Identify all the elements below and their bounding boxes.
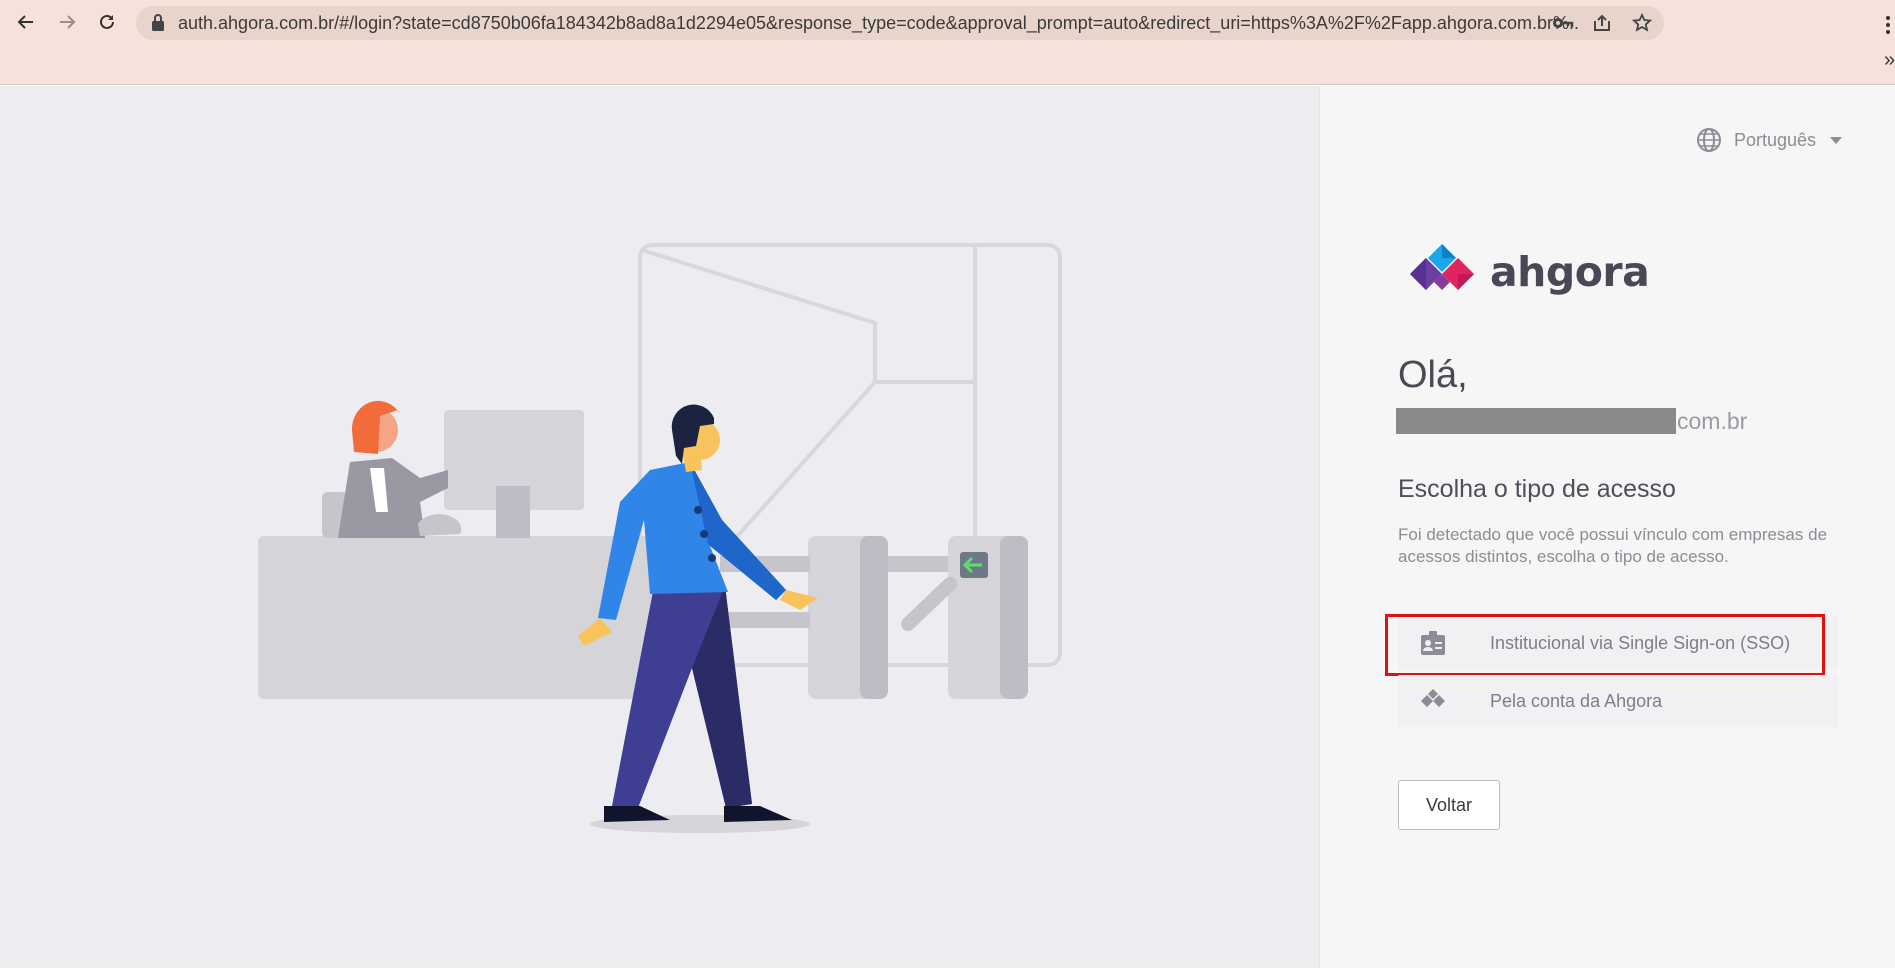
reception-illustration xyxy=(258,243,1062,833)
forward-arrow-icon[interactable] xyxy=(51,6,83,38)
extensions-chevron[interactable]: » xyxy=(1884,50,1895,70)
illustration-panel xyxy=(0,86,1319,968)
ahgora-logo-mark xyxy=(1410,244,1474,290)
globe-icon xyxy=(1697,128,1721,152)
ahgora-diamond-icon xyxy=(1421,689,1445,707)
ahgora-account-label: Pela conta da Ahgora xyxy=(1490,691,1663,711)
ahgora-wordmark: ahgora xyxy=(1490,248,1650,296)
back-arrow-icon[interactable] xyxy=(10,6,42,38)
ahgora-logo: ahgora xyxy=(1402,242,1650,302)
greeting-heading: Olá, xyxy=(1398,354,1468,396)
key-icon[interactable] xyxy=(1552,13,1574,33)
caret-down-icon xyxy=(1830,136,1843,144)
ahgora-account-option[interactable]: Pela conta da Ahgora xyxy=(1398,675,1838,727)
access-type-description: Foi detectado que você possui vínculo co… xyxy=(1398,525,1828,566)
redacted-email-mask xyxy=(1396,408,1676,434)
kebab-menu-icon[interactable] xyxy=(1884,14,1892,36)
access-type-heading: Escolha o tipo de acesso xyxy=(1398,475,1676,503)
reload-icon[interactable] xyxy=(91,6,123,38)
language-label: Português xyxy=(1734,129,1817,150)
email-domain-suffix: com.br xyxy=(1677,407,1748,434)
address-bar[interactable]: auth.ahgora.com.br/#/login?state=cd8750b… xyxy=(136,6,1664,40)
share-icon[interactable] xyxy=(1592,13,1612,33)
user-email: com.br xyxy=(1396,407,1747,435)
lock-icon[interactable] xyxy=(150,13,170,33)
language-selector[interactable]: Português xyxy=(1696,125,1843,155)
back-button[interactable]: Voltar xyxy=(1398,780,1500,830)
url-text[interactable]: auth.ahgora.com.br/#/login?state=cd8750b… xyxy=(178,6,1578,40)
sso-highlight-box xyxy=(1385,614,1825,676)
star-icon[interactable] xyxy=(1631,12,1653,33)
browser-toolbar: auth.ahgora.com.br/#/login?state=cd8750b… xyxy=(0,0,1895,85)
